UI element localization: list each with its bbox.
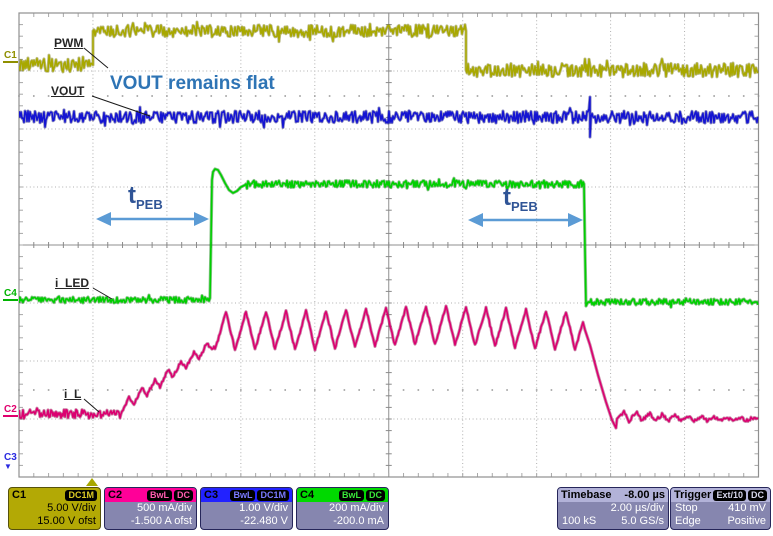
channel-scale: 500 mA/div <box>109 502 192 515</box>
channel-marker-c4[interactable]: C4 <box>3 288 18 301</box>
timebase-scale: 2.00 µs/div <box>562 502 664 515</box>
trigger-position-marker-icon[interactable] <box>86 478 98 486</box>
channel-marker-c3-offscreen[interactable]: C3▼ <box>3 452 18 472</box>
channel-box-c4[interactable]: C4 BwLDC 200 mA/div -200.0 mA <box>296 487 389 530</box>
channel-marker-c1[interactable]: C1 <box>3 50 18 63</box>
channel-id: C2 <box>108 489 122 501</box>
bwl-badge: BwL <box>230 490 255 501</box>
channel-offset: -1.500 A ofst <box>109 515 192 528</box>
channel-box-c2-body: 500 mA/div -1.500 A ofst <box>105 502 196 528</box>
tpeb-sub: PEB <box>511 199 538 214</box>
bwl-badge: BwL <box>147 490 172 501</box>
channel-marker-c2[interactable]: C2 <box>3 404 18 417</box>
channel-id: C3 <box>204 489 218 501</box>
tpeb-sub: PEB <box>136 197 163 212</box>
channel-box-c3[interactable]: C3 BwLDC1M 1.00 V/div -22.480 V <box>200 487 293 530</box>
channel-box-c2-header: C2 BwLDC <box>105 488 196 502</box>
tpeb-annotation-2: tPEB <box>503 186 538 219</box>
vout-trace-label: VOUT <box>51 84 84 98</box>
trigger-box[interactable]: Trigger Ext/10DC Stop 410 mV Edge Positive <box>670 487 771 530</box>
timebase-samples: 100 kS <box>562 515 596 528</box>
channel-box-c1-body: 5.00 V/div 15.00 V ofst <box>9 502 100 528</box>
channel-box-c2[interactable]: C2 BwLDC 500 mA/div -1.500 A ofst <box>104 487 197 530</box>
tpeb-t: t <box>128 182 136 209</box>
timebase-header: Timebase -8.00 µs <box>558 488 668 502</box>
vout-note: VOUT remains flat <box>110 73 275 95</box>
pwm-trace-label: PWM <box>54 36 83 50</box>
trigger-header: Trigger Ext/10DC <box>671 488 770 502</box>
channel-scale: 5.00 V/div <box>13 502 96 515</box>
channel-id: C4 <box>300 489 314 501</box>
trigger-title: Trigger <box>674 489 711 501</box>
oscilloscope-screen: PWM VOUT i_LED i_L VOUT remains flat tPE… <box>0 0 773 536</box>
bwl-badge: BwL <box>339 490 364 501</box>
trigger-mode: Stop <box>675 502 698 515</box>
offscreen-down-arrow-icon: ▼ <box>4 463 17 470</box>
trigger-source-badge: Ext/10 <box>713 490 746 501</box>
channel-box-c3-header: C3 BwLDC1M <box>201 488 292 502</box>
trigger-kind: Edge <box>675 515 701 528</box>
channel-box-c4-header: C4 BwLDC <box>297 488 388 502</box>
channel-offset: -200.0 mA <box>301 515 384 528</box>
coupling-badge: DC <box>174 490 193 501</box>
il-trace-label: i_L <box>64 387 81 401</box>
trigger-body: Stop 410 mV Edge Positive <box>671 502 770 528</box>
channel-box-c1-header: C1 DC1M <box>9 488 100 502</box>
coupling-badge: DC1M <box>65 490 97 501</box>
channel-box-c1[interactable]: C1 DC1M 5.00 V/div 15.00 V ofst <box>8 487 101 530</box>
tpeb-annotation-1: tPEB <box>128 184 163 217</box>
timebase-rate: 5.0 GS/s <box>621 515 664 528</box>
channel-box-c3-body: 1.00 V/div -22.480 V <box>201 502 292 528</box>
channel-offset: -22.480 V <box>205 515 288 528</box>
trigger-level: 410 mV <box>728 502 766 515</box>
tpeb-t: t <box>503 184 511 211</box>
timebase-body: 2.00 µs/div 100 kS 5.0 GS/s <box>558 502 668 528</box>
channel-id: C1 <box>12 489 26 501</box>
coupling-badge: DC1M <box>257 490 289 501</box>
channel-scale: 200 mA/div <box>301 502 384 515</box>
iled-trace-label: i_LED <box>55 276 89 290</box>
trigger-coupling-badge: DC <box>748 490 767 501</box>
channel-offset: 15.00 V ofst <box>13 515 96 528</box>
timebase-box[interactable]: Timebase -8.00 µs 2.00 µs/div 100 kS 5.0 … <box>557 487 669 530</box>
timebase-delay: -8.00 µs <box>624 489 665 501</box>
channel-box-c4-body: 200 mA/div -200.0 mA <box>297 502 388 528</box>
channel-scale: 1.00 V/div <box>205 502 288 515</box>
timebase-title: Timebase <box>561 489 612 501</box>
trigger-slope: Positive <box>727 515 766 528</box>
coupling-badge: DC <box>366 490 385 501</box>
